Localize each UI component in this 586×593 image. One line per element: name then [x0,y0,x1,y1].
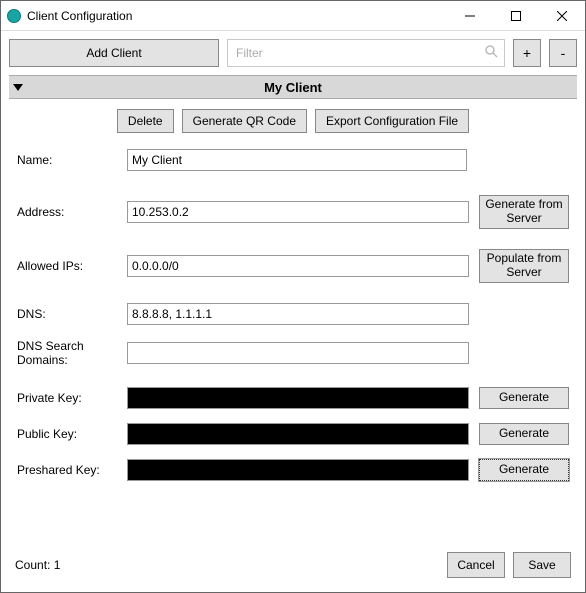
label-dns-search: DNS Search Domains: [17,339,117,367]
generate-preshared-key-button[interactable]: Generate [479,459,569,481]
label-preshared-key: Preshared Key: [17,463,117,477]
label-public-key: Public Key: [17,427,117,441]
label-dns: DNS: [17,307,117,321]
toolbar: Add Client + - [1,31,585,75]
label-private-key: Private Key: [17,391,117,405]
form-area: Name: Address: Generate from Server Allo… [1,137,585,542]
row-preshared-key: Preshared Key: Generate [17,459,569,481]
label-text: Domains: [17,353,68,367]
row-name: Name: [17,149,569,171]
name-field[interactable] [127,149,467,171]
titlebar: Client Configuration [1,1,585,31]
generate-qr-button[interactable]: Generate QR Code [182,109,307,133]
row-dns-search: DNS Search Domains: [17,339,569,367]
side-label: Populate from [487,251,562,265]
minimize-button[interactable] [447,1,493,30]
add-button[interactable]: + [513,39,541,67]
side-label: Server [506,265,541,279]
label-name: Name: [17,153,117,167]
label-address: Address: [17,205,117,219]
populate-from-server-button[interactable]: Populate from Server [479,249,569,283]
window-controls [447,1,585,30]
preshared-key-field[interactable] [127,459,469,481]
export-config-button[interactable]: Export Configuration File [315,109,469,133]
row-private-key: Private Key: Generate [17,387,569,409]
row-public-key: Public Key: Generate [17,423,569,445]
private-key-field[interactable] [127,387,469,409]
add-client-button[interactable]: Add Client [9,39,219,67]
address-field[interactable] [127,201,469,223]
generate-private-key-button[interactable]: Generate [479,387,569,409]
section-title: My Client [9,80,577,95]
maximize-button[interactable] [493,1,539,30]
close-button[interactable] [539,1,585,30]
side-label: Generate from [485,197,562,211]
row-address: Address: Generate from Server [17,195,569,229]
count-label: Count: 1 [15,558,439,572]
generate-from-server-button[interactable]: Generate from Server [479,195,569,229]
allowed-ips-field[interactable] [127,255,469,277]
section-actions: Delete Generate QR Code Export Configura… [1,99,585,137]
remove-button[interactable]: - [549,39,577,67]
public-key-field[interactable] [127,423,469,445]
filter-wrapper [227,39,505,67]
label-allowed-ips: Allowed IPs: [17,259,117,273]
bottom-bar: Count: 1 Cancel Save [1,542,585,592]
generate-public-key-button[interactable]: Generate [479,423,569,445]
window-title: Client Configuration [27,9,447,23]
row-dns: DNS: [17,303,569,325]
side-label: Server [506,211,541,225]
row-allowed-ips: Allowed IPs: Populate from Server [17,249,569,283]
dns-field[interactable] [127,303,469,325]
label-text: DNS Search [17,339,84,353]
delete-button[interactable]: Delete [117,109,174,133]
chevron-down-icon [13,84,23,91]
filter-input[interactable] [228,40,504,66]
save-button[interactable]: Save [513,552,571,578]
section-header[interactable]: My Client [9,75,577,99]
search-icon [485,45,498,61]
dns-search-field[interactable] [127,342,469,364]
app-icon [7,9,21,23]
cancel-button[interactable]: Cancel [447,552,505,578]
